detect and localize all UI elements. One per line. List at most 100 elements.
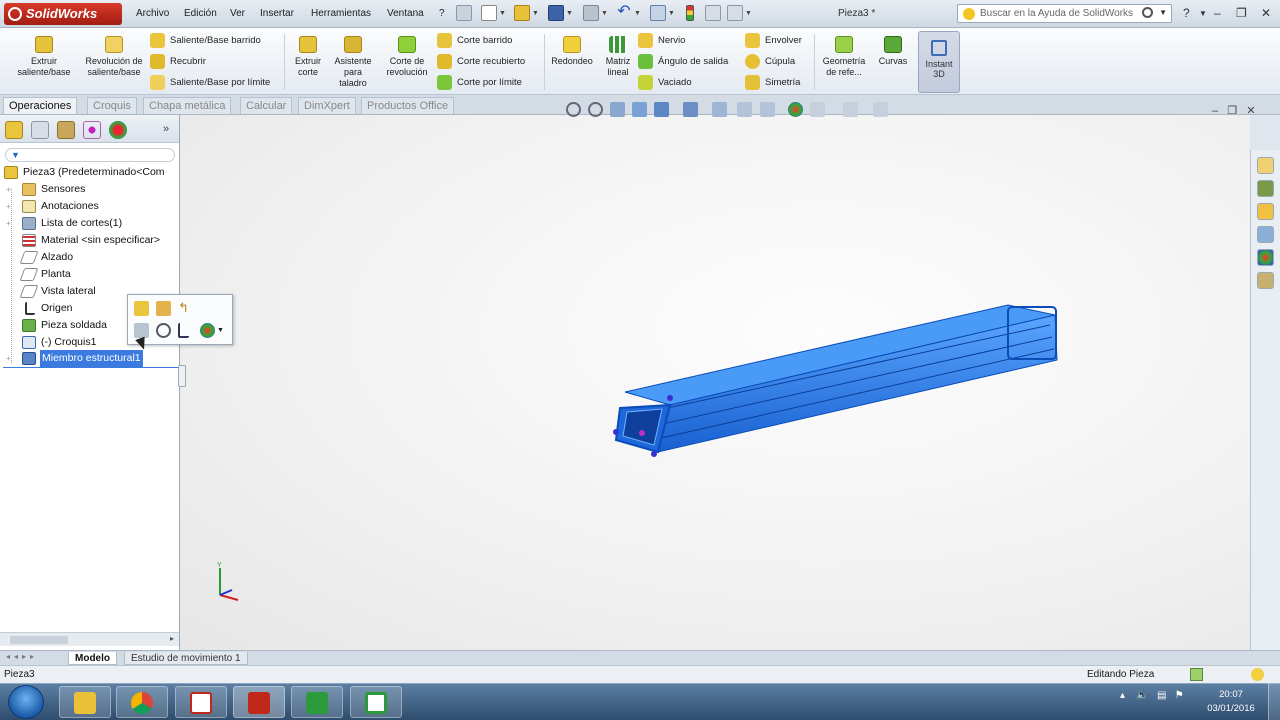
revolved-boss-button[interactable]: Revolución de saliente/base <box>82 36 146 78</box>
edit-sketch-icon[interactable] <box>156 301 171 316</box>
sketch-point[interactable] <box>613 429 619 435</box>
new-dropdown-icon[interactable]: ▼ <box>499 10 506 17</box>
new-document-icon[interactable] <box>481 5 497 21</box>
dome-button[interactable]: Cúpula <box>745 54 795 69</box>
minimize-button[interactable]: – <box>1214 6 1221 20</box>
panel-horizontal-scrollbar[interactable] <box>0 632 179 646</box>
rib-button[interactable]: Nervio <box>638 33 685 48</box>
select-icon[interactable] <box>650 5 666 21</box>
tree-item-alzado[interactable]: Alzado <box>0 249 179 266</box>
print-icon[interactable] <box>583 5 599 21</box>
swept-cut-button[interactable]: Corte barrido <box>437 33 512 48</box>
configuration-manager-tab-icon[interactable] <box>57 121 75 139</box>
undo-icon[interactable]: ↶ <box>616 4 632 21</box>
appearance-icon[interactable] <box>788 102 803 117</box>
options-dropdown-icon[interactable]: ▼ <box>745 10 752 17</box>
appearances-icon[interactable] <box>1257 249 1274 266</box>
viewport-restore-button[interactable]: ❐ <box>1227 105 1237 117</box>
menu-edicion[interactable]: Edición <box>184 8 217 19</box>
hide-icon[interactable] <box>134 323 149 338</box>
help-dropdown-icon[interactable]: ▼ <box>1199 9 1207 18</box>
expand-icon[interactable]: + <box>6 198 11 215</box>
appearance-dropdown-icon[interactable]: ▼ <box>217 327 224 334</box>
expand-icon[interactable]: + <box>6 181 11 198</box>
section-view-icon[interactable] <box>632 102 647 117</box>
solidworks-resources-icon[interactable] <box>1257 157 1274 174</box>
rebuild-icon[interactable] <box>686 5 694 21</box>
file-explorer-icon[interactable] <box>1257 203 1274 220</box>
instant-3d-button[interactable]: Instant 3D <box>918 31 960 93</box>
feature-tree-filter[interactable]: ▼ <box>5 148 175 162</box>
tree-root-part[interactable]: Pieza3 (Predeterminado<Com <box>0 164 179 181</box>
zoom-to-fit-icon[interactable] <box>566 102 581 117</box>
search-dropdown-icon[interactable]: ▼ <box>1159 8 1167 17</box>
sketch-point[interactable] <box>651 451 657 457</box>
menu-insertar[interactable]: Insertar <box>260 8 294 19</box>
swept-boss-button[interactable]: Saliente/Base barrido <box>150 33 261 48</box>
zoom-to-selection-icon[interactable] <box>156 323 171 338</box>
save-icon[interactable] <box>548 5 564 21</box>
expand-icon[interactable]: + <box>6 215 11 232</box>
scrollbar-thumb[interactable] <box>10 636 68 644</box>
boundary-boss-button[interactable]: Saliente/Base por límite <box>150 75 270 90</box>
tab-productos-office[interactable]: Productos Office <box>361 97 455 114</box>
close-button[interactable]: ✕ <box>1261 6 1271 20</box>
volume-icon[interactable]: 🔈 <box>1136 690 1148 701</box>
tree-item-anotaciones[interactable]: + Anotaciones <box>0 198 179 215</box>
property-manager-tab-icon[interactable] <box>31 121 49 139</box>
previous-view-icon[interactable] <box>610 102 625 117</box>
start-button[interactable] <box>8 685 44 719</box>
help-search-input[interactable]: Buscar en la Ayuda de SolidWorks ▼ <box>957 4 1172 23</box>
viewport-minimize-button[interactable]: – <box>1212 105 1218 117</box>
appearance-callout-icon[interactable] <box>200 323 215 338</box>
revolved-cut-button[interactable]: Corte de revolución <box>380 36 434 78</box>
tree-item-lista-de-cortes[interactable]: + Lista de cortes(1) <box>0 215 179 232</box>
view-palette-icon[interactable] <box>1257 226 1274 243</box>
extruded-boss-button[interactable]: Extruir saliente/base <box>10 36 78 78</box>
tree-item-miembro-estructural1[interactable]: + Miembro estructural1 <box>0 350 179 367</box>
extruded-cut-button[interactable]: Extruir corte <box>288 36 328 78</box>
tree-item-material[interactable]: Material <sin especificar> <box>0 232 179 249</box>
rollback-icon[interactable]: ↰ <box>178 301 193 316</box>
mirror-button[interactable]: Simetría <box>745 75 800 90</box>
tab-chapa-metalica[interactable]: Chapa metálica <box>143 97 232 114</box>
dimxpert-manager-tab-icon[interactable] <box>83 121 101 139</box>
action-center-icon[interactable]: ⚑ <box>1175 690 1184 701</box>
taskbar-camtasia-1[interactable] <box>291 686 343 718</box>
hole-wizard-button[interactable]: Asistente para taladro <box>330 36 376 89</box>
restore-button[interactable]: ❐ <box>1236 6 1247 20</box>
rebuild-status-icon[interactable] <box>1190 668 1203 681</box>
view-orientation-icon[interactable] <box>654 102 669 117</box>
menu-ayuda[interactable]: ? <box>439 8 445 19</box>
print-dropdown-icon[interactable]: ▼ <box>601 10 608 17</box>
view-settings-icon[interactable] <box>843 102 858 117</box>
wrap-button[interactable]: Envolver <box>745 33 802 48</box>
taskbar-pdf[interactable] <box>175 686 227 718</box>
menu-archivo[interactable]: Archivo <box>136 8 169 19</box>
network-icon[interactable]: ▤ <box>1157 690 1166 701</box>
menu-ver[interactable]: Ver <box>230 8 245 19</box>
shell-button[interactable]: Vaciado <box>638 75 692 90</box>
display-manager-tab-icon[interactable] <box>109 121 127 139</box>
scroll-right-icon[interactable]: ▸ <box>170 634 174 643</box>
zoom-to-area-icon[interactable] <box>588 102 603 117</box>
expand-tabs-icon[interactable]: » <box>163 123 169 135</box>
tree-item-sensores[interactable]: + Sensores <box>0 181 179 198</box>
tray-expand-icon[interactable]: ▴ <box>1120 690 1125 701</box>
taskbar-clock[interactable]: 20:07 03/01/2016 <box>1200 688 1262 716</box>
select-dropdown-icon[interactable]: ▼ <box>668 10 675 17</box>
taskbar-solidworks[interactable] <box>233 686 285 718</box>
menu-herramientas[interactable]: Herramientas <box>311 8 371 19</box>
realview-icon[interactable] <box>873 102 888 117</box>
lofted-cut-button[interactable]: Corte recubierto <box>437 54 525 69</box>
design-library-icon[interactable] <box>1257 180 1274 197</box>
show-desktop-button[interactable] <box>1268 683 1280 720</box>
curves-button[interactable]: Curvas <box>874 36 912 67</box>
loft-button[interactable]: Recubrir <box>150 54 206 69</box>
tab-calcular[interactable]: Calcular <box>240 97 293 114</box>
taskbar-chrome[interactable] <box>116 686 168 718</box>
help-icon[interactable]: ? <box>1183 6 1190 20</box>
custom-properties-icon[interactable] <box>1257 272 1274 289</box>
sketch-point[interactable] <box>667 395 673 401</box>
boundary-cut-button[interactable]: Corte por límite <box>437 75 522 90</box>
